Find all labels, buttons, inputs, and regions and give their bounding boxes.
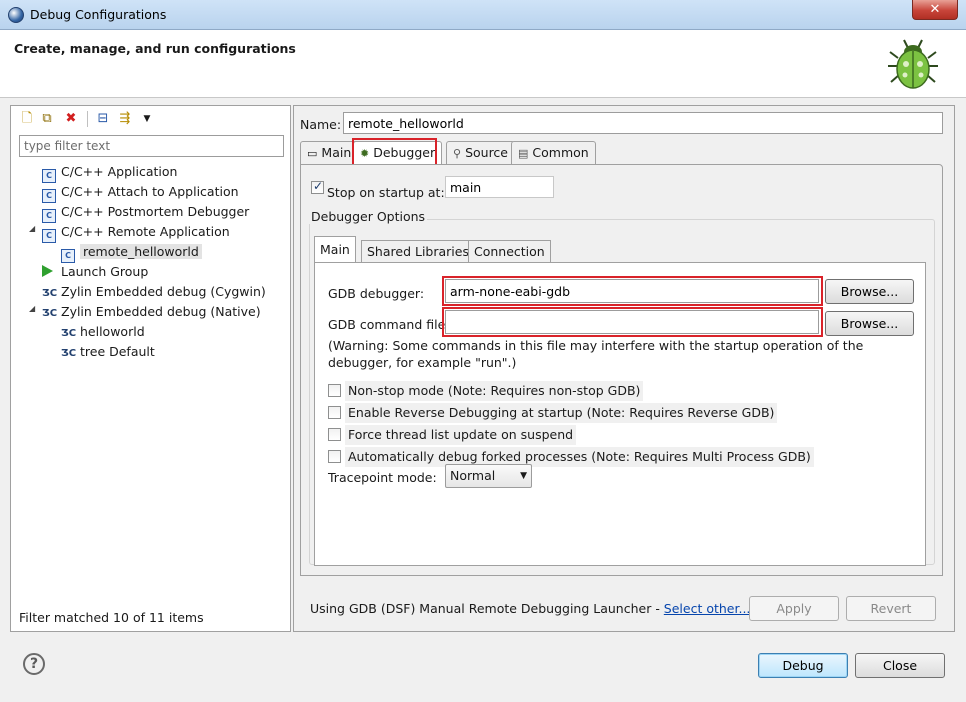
tab-main[interactable]: ▭ Main	[300, 141, 359, 165]
force-thread-update-label: Force thread list update on suspend	[345, 425, 577, 445]
dialog-header: Create, manage, and run configurations	[0, 30, 966, 98]
tree-item-helloworld[interactable]: ƷC helloworld	[61, 322, 145, 342]
gdb-command-file-label: GDB command file:	[328, 317, 450, 332]
gdb-command-file-browse-button[interactable]: Browse...	[825, 311, 914, 336]
select-other-link[interactable]: Select other...	[664, 601, 751, 616]
eclipse-icon	[8, 7, 24, 23]
command-file-warning: (Warning: Some commands in this file may…	[328, 338, 864, 370]
inner-tab-connection[interactable]: Connection	[468, 240, 551, 263]
tree-item-zylin-native[interactable]: ƷC Zylin Embedded debug (Native)	[42, 302, 261, 322]
filter-icon[interactable]: ⇶	[117, 111, 133, 127]
debug-forked-processes-checkbox[interactable]	[328, 450, 341, 463]
configuration-editor-pane: Name: ▭Main ✹Debugger ⚲Source ▤Common St…	[293, 105, 955, 632]
gdb-debugger-browse-button[interactable]: Browse...	[825, 279, 914, 304]
tree-item-tree-default[interactable]: ƷC tree Default	[61, 342, 155, 362]
common-tab-icon: ▤	[518, 147, 529, 160]
stop-on-startup-input[interactable]	[445, 176, 554, 198]
tab-source[interactable]: ⚲ Source	[446, 141, 515, 165]
apply-button[interactable]: Apply	[749, 596, 839, 621]
tracepoint-mode-label: Tracepoint mode:	[328, 470, 437, 485]
configuration-list-pane: 🗋 ⧉ ✖ ⊟ ⇶ ▼ CC/C++ Application CC/C++ At…	[10, 105, 291, 632]
header-title: Create, manage, and run configurations	[14, 41, 296, 56]
c-app-icon: C	[42, 169, 56, 183]
non-stop-mode-checkbox[interactable]	[328, 384, 341, 397]
c-app-icon: C	[42, 229, 56, 243]
zylin-icon: ƷC	[61, 348, 77, 359]
tree-item-remote-helloworld[interactable]: Cremote_helloworld	[61, 242, 202, 263]
stop-on-startup-label: Stop on startup at:	[327, 185, 445, 200]
filter-status: Filter matched 10 of 11 items	[19, 610, 204, 625]
title-bar: Debug Configurations ✕	[0, 0, 966, 30]
duplicate-icon[interactable]: ⧉	[39, 111, 55, 127]
inner-tab-main[interactable]: Main	[314, 236, 356, 263]
toolbar-separator	[87, 111, 88, 127]
dropdown-arrow-icon[interactable]: ▼	[139, 111, 155, 127]
gdb-command-file-highlight	[442, 307, 823, 337]
launch-group-icon	[42, 265, 53, 277]
tree-item-c-postmortem[interactable]: C C/C++ Postmortem Debugger	[42, 202, 249, 223]
delete-icon[interactable]: ✖	[63, 111, 79, 127]
main-tab-icon: ▭	[307, 147, 318, 160]
debugger-tab-highlight	[352, 138, 437, 166]
c-app-icon: C	[42, 189, 56, 203]
gdb-debugger-highlight	[442, 276, 823, 306]
tree-item-c-application[interactable]: C C/C++ Application	[42, 162, 177, 183]
debugger-tab-content: Stop on startup at: Debugger Options Mai…	[300, 164, 943, 576]
non-stop-mode-label: Non-stop mode (Note: Requires non-stop G…	[345, 381, 644, 401]
debug-forked-processes-label: Automatically debug forked processes (No…	[345, 447, 814, 467]
force-thread-update-checkbox[interactable]	[328, 428, 341, 441]
chevron-down-icon: ▼	[520, 471, 527, 481]
reverse-debugging-label: Enable Reverse Debugging at startup (Not…	[345, 403, 778, 423]
zylin-icon: ƷC	[61, 328, 77, 339]
tree-item-zylin-cygwin[interactable]: ƷC Zylin Embedded debug (Cygwin)	[42, 282, 266, 302]
name-input[interactable]	[343, 112, 943, 134]
inner-tab-shared-libraries[interactable]: Shared Libraries	[361, 240, 475, 263]
tree-item-c-remote-application[interactable]: C C/C++ Remote Application	[42, 222, 230, 243]
tree-item-launch-group[interactable]: Launch Group	[42, 262, 148, 282]
c-app-icon: C	[61, 249, 75, 263]
close-button[interactable]: Close	[855, 653, 945, 678]
c-app-icon: C	[42, 209, 56, 223]
debugger-options-title: Debugger Options	[309, 209, 428, 224]
source-tab-icon: ⚲	[453, 147, 462, 160]
gdb-debugger-label: GDB debugger:	[328, 286, 425, 301]
collapse-all-icon[interactable]: ⊟	[95, 111, 111, 127]
tracepoint-mode-select[interactable]: Normal ▼	[445, 464, 532, 488]
reverse-debugging-checkbox[interactable]	[328, 406, 341, 419]
stop-on-startup-checkbox[interactable]	[311, 179, 324, 194]
help-icon[interactable]: ?	[23, 653, 45, 675]
debugger-main-options: GDB debugger: Browse... GDB command file…	[314, 262, 926, 566]
zylin-icon: ƷC	[42, 288, 58, 299]
window-title: Debug Configurations	[30, 7, 167, 22]
tree-item-c-attach[interactable]: C C/C++ Attach to Application	[42, 182, 239, 203]
filter-input[interactable]	[19, 135, 284, 157]
expand-arrow-icon[interactable]: ◢	[29, 224, 39, 233]
new-configuration-icon[interactable]: 🗋	[19, 111, 35, 127]
zylin-icon: ƷC	[42, 308, 58, 319]
expand-arrow-icon[interactable]: ◢	[29, 304, 39, 313]
launcher-info: Using GDB (DSF) Manual Remote Debugging …	[310, 601, 751, 616]
bug-icon	[888, 39, 938, 89]
name-label: Name:	[300, 117, 342, 132]
revert-button[interactable]: Revert	[846, 596, 936, 621]
debug-button[interactable]: Debug	[758, 653, 848, 678]
tab-common[interactable]: ▤ Common	[511, 141, 596, 165]
close-window-button[interactable]: ✕	[912, 0, 958, 20]
